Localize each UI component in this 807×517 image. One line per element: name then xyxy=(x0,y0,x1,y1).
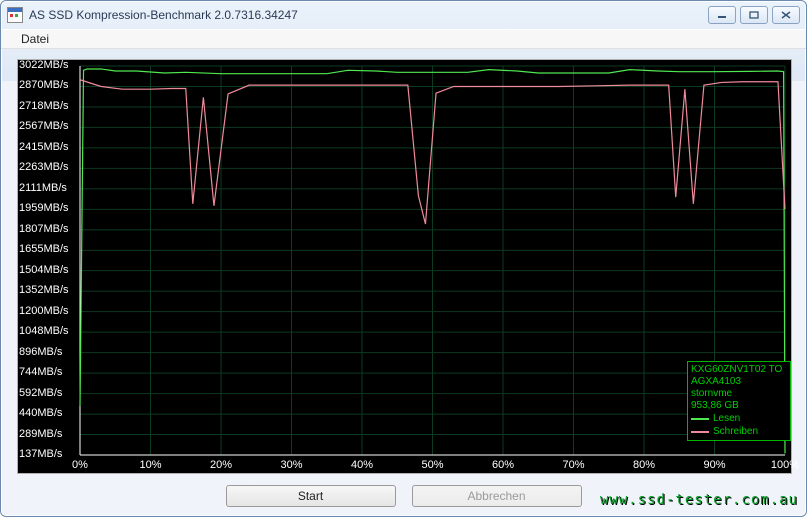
x-tick-label: 30% xyxy=(280,459,302,471)
cancel-button: Abbrechen xyxy=(412,485,582,507)
minimize-button[interactable] xyxy=(708,6,736,24)
y-tick-label: 1655MB/s xyxy=(19,243,69,255)
y-tick-label: 137MB/s xyxy=(19,448,62,460)
y-tick-label: 2567MB/s xyxy=(19,120,69,132)
chart-canvas xyxy=(18,60,791,473)
watermark: www.ssd-tester.com.au xyxy=(600,492,798,508)
y-tick-label: 2718MB/s xyxy=(19,100,69,112)
legend-read-swatch xyxy=(691,418,709,420)
x-tick-label: 50% xyxy=(421,459,443,471)
y-tick-label: 2415MB/s xyxy=(19,141,69,153)
y-tick-label: 1200MB/s xyxy=(19,305,69,317)
x-tick-label: 70% xyxy=(562,459,584,471)
legend-driver: stornvme xyxy=(691,388,787,400)
maximize-button[interactable] xyxy=(740,6,768,24)
start-button[interactable]: Start xyxy=(226,485,396,507)
y-tick-label: 1807MB/s xyxy=(19,223,69,235)
x-tick-label: 90% xyxy=(703,459,725,471)
x-tick-label: 0% xyxy=(72,459,88,471)
y-tick-label: 744MB/s xyxy=(19,366,62,378)
x-tick-label: 10% xyxy=(139,459,161,471)
x-tick-label: 20% xyxy=(210,459,232,471)
y-tick-label: 1352MB/s xyxy=(19,284,69,296)
legend-device-line1: KXG60ZNV1T02 TO xyxy=(691,364,787,376)
y-tick-label: 896MB/s xyxy=(19,346,62,358)
legend-box: KXG60ZNV1T02 TO AGXA4103 stornvme 953,86… xyxy=(687,361,791,441)
legend-device-line2: AGXA4103 xyxy=(691,376,787,388)
y-tick-label: 2870MB/s xyxy=(19,79,69,91)
y-tick-label: 1959MB/s xyxy=(19,202,69,214)
y-tick-label: 440MB/s xyxy=(19,407,62,419)
x-tick-label: 80% xyxy=(633,459,655,471)
y-tick-label: 1504MB/s xyxy=(19,264,69,276)
legend-capacity: 953,86 GB xyxy=(691,400,787,412)
y-tick-label: 3022MB/s xyxy=(19,59,69,71)
app-icon xyxy=(7,7,23,23)
x-tick-label: 40% xyxy=(351,459,373,471)
titlebar[interactable]: AS SSD Kompression-Benchmark 2.0.7316.34… xyxy=(1,1,806,29)
menu-file[interactable]: Datei xyxy=(15,30,55,48)
legend-write-swatch xyxy=(691,431,709,433)
legend-read-label: Lesen xyxy=(713,413,740,425)
app-window: AS SSD Kompression-Benchmark 2.0.7316.34… xyxy=(0,0,807,517)
legend-write-label: Schreiben xyxy=(713,426,758,438)
y-tick-label: 1048MB/s xyxy=(19,325,69,337)
y-tick-label: 2111MB/s xyxy=(19,182,67,194)
x-tick-label: 100% xyxy=(771,459,799,471)
menubar: Datei xyxy=(1,29,806,49)
y-tick-label: 2263MB/s xyxy=(19,161,69,173)
window-title: AS SSD Kompression-Benchmark 2.0.7316.34… xyxy=(29,8,708,22)
y-tick-label: 289MB/s xyxy=(19,428,62,440)
chart-area: 3022MB/s 2870MB/s 2718MB/s 2567MB/s 2415MB/s… xyxy=(17,59,792,474)
y-tick-label: 592MB/s xyxy=(19,387,62,399)
x-tick-label: 60% xyxy=(492,459,514,471)
close-button[interactable] xyxy=(772,6,800,24)
